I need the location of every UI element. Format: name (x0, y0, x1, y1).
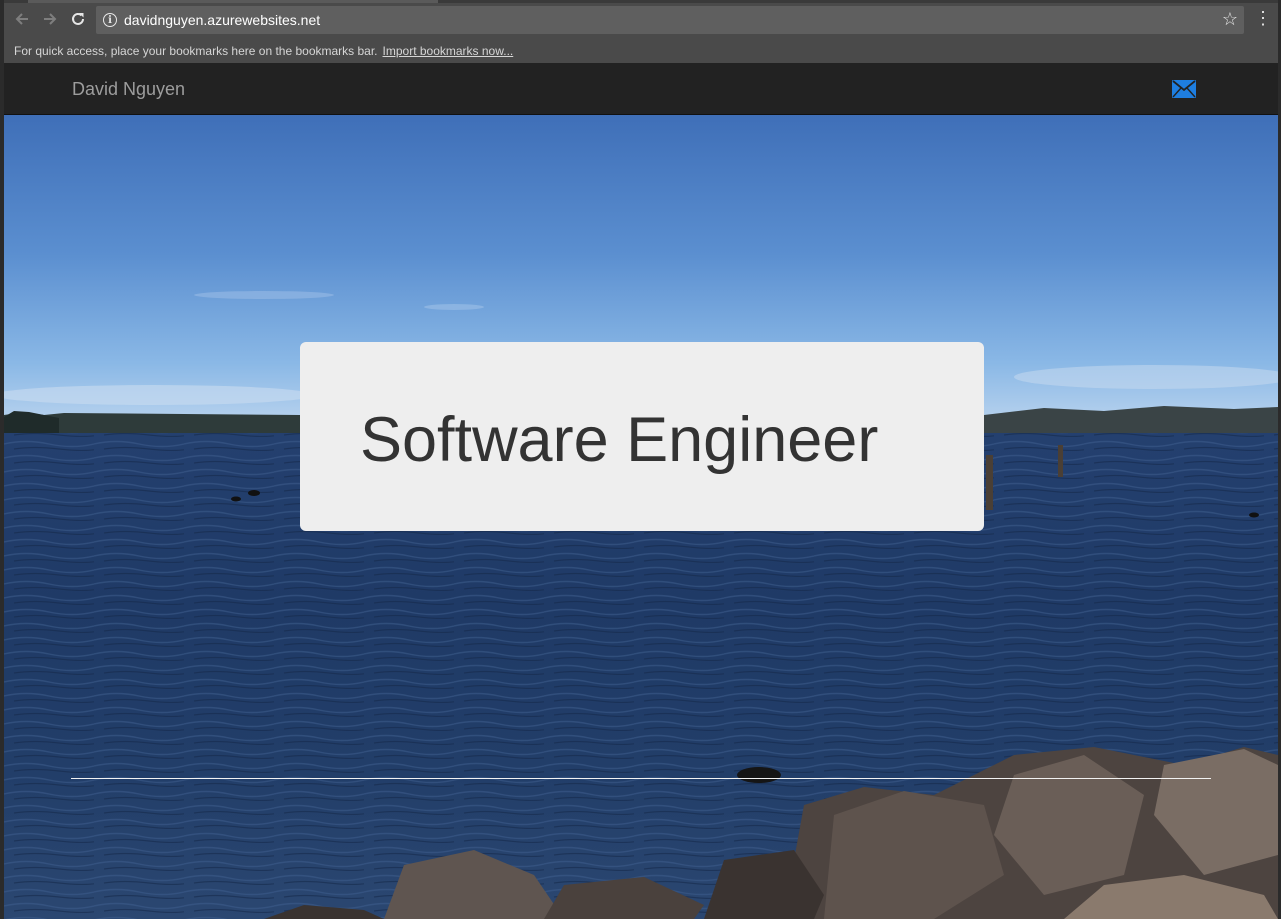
reload-button[interactable] (64, 5, 92, 33)
back-button[interactable] (8, 5, 36, 33)
arrow-right-icon (44, 13, 57, 25)
url-text[interactable]: davidnguyen.azurewebsites.net (124, 12, 320, 28)
envelope-icon[interactable] (1172, 80, 1196, 98)
hero-section: Software Engineer (4, 115, 1278, 919)
active-tab[interactable] (28, 0, 438, 3)
site-navbar: David Nguyen (4, 63, 1278, 115)
site-brand[interactable]: David Nguyen (72, 79, 185, 100)
hero-card: Software Engineer (300, 342, 984, 531)
kebab-menu-icon[interactable]: ⋮ (1254, 8, 1272, 28)
arrow-left-icon (15, 13, 28, 25)
star-icon[interactable]: ☆ (1222, 9, 1238, 30)
hero-divider (71, 778, 1211, 779)
address-bar[interactable]: i davidnguyen.azurewebsites.net ☆ (96, 6, 1244, 34)
import-bookmarks-link[interactable]: Import bookmarks now... (383, 44, 514, 58)
page-viewport: Software Engineer David Nguyen (4, 63, 1278, 919)
info-icon[interactable]: i (103, 13, 117, 27)
forward-button[interactable] (36, 5, 64, 33)
bookmarks-bar: For quick access, place your bookmarks h… (4, 38, 1278, 63)
bookmarks-message: For quick access, place your bookmarks h… (14, 43, 378, 58)
reload-icon (72, 12, 84, 25)
hero-title: Software Engineer (360, 405, 879, 475)
